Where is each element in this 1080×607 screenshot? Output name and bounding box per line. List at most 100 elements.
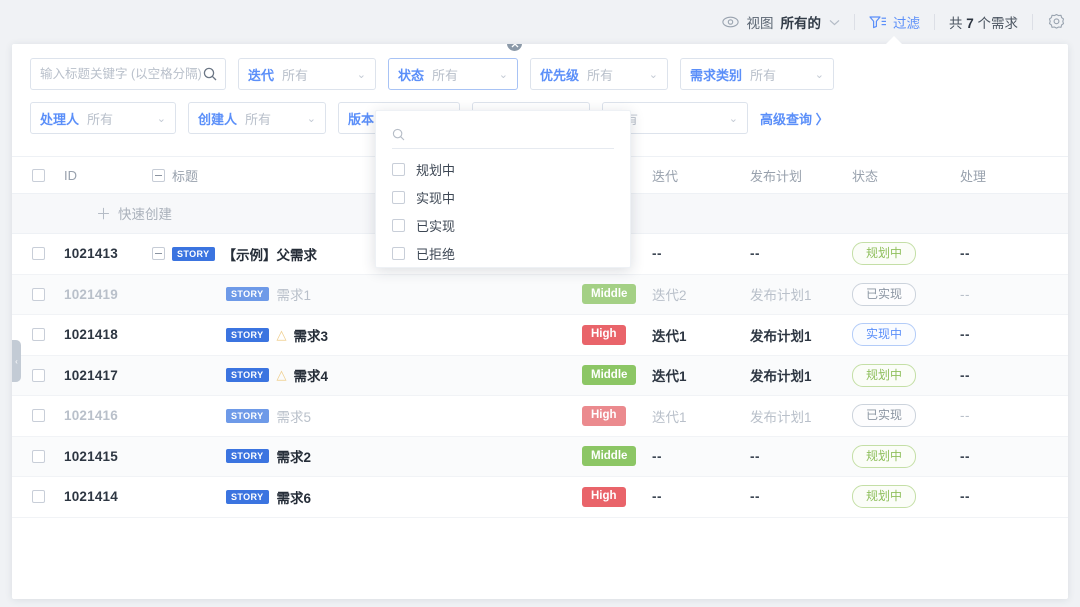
row-title[interactable]: 【示例】父需求 [223, 244, 318, 264]
dropdown-option[interactable]: 已实现 [376, 211, 630, 239]
filter-status[interactable]: 状态 所有 ⌄ [388, 58, 518, 90]
dropdown-option[interactable]: 实现中 [376, 183, 630, 211]
row-checkbox[interactable] [12, 409, 64, 423]
header-release[interactable]: 发布计划 [750, 166, 852, 185]
row-release: -- [750, 489, 760, 505]
checkbox-icon[interactable] [392, 190, 405, 204]
chevron-down-icon[interactable] [829, 19, 840, 26]
row-release: 发布计划1 [750, 409, 812, 425]
row-title[interactable]: 需求5 [277, 406, 312, 426]
row-title-cell[interactable]: STORY △ 需求3 [152, 325, 582, 345]
checkbox-icon[interactable] [31, 368, 45, 382]
row-id[interactable]: 1021414 [64, 489, 118, 504]
priority-badge: High [582, 486, 626, 507]
priority-badge: Middle [582, 365, 637, 386]
view-selector[interactable]: 视图 所有的 [708, 0, 854, 44]
row-assignee: -- [960, 408, 970, 424]
filter-requirement-type[interactable]: 需求类别 所有 ⌄ [680, 58, 834, 90]
filter-creator-label: 创建人 [198, 111, 238, 127]
filter-label: 过滤 [892, 16, 920, 31]
select-all-checkbox[interactable] [12, 168, 64, 182]
row-title[interactable]: 需求3 [294, 325, 329, 345]
row-type-tag: STORY [226, 368, 269, 383]
checkbox-icon[interactable] [31, 449, 45, 463]
row-iteration: 迭代1 [652, 328, 687, 344]
row-id[interactable]: 1021418 [64, 327, 118, 342]
row-collapse-icon[interactable] [152, 247, 165, 261]
table-row[interactable]: 1021416 STORY 需求5 High 迭代1 发布计划1 已实现 -- [12, 396, 1068, 437]
chevron-down-icon[interactable]: ⌄ [307, 112, 316, 125]
header-iteration[interactable]: 迭代 [652, 166, 750, 185]
table-row[interactable]: 1021418 STORY △ 需求3 High 迭代1 发布计划1 实现中 -- [12, 315, 1068, 356]
row-title-cell[interactable]: STORY 需求2 [152, 446, 582, 466]
filter-priority[interactable]: 优先级 所有 ⌄ [530, 58, 668, 90]
row-iteration: -- [652, 448, 662, 464]
priority-badge: Middle [582, 284, 637, 305]
chevron-down-icon[interactable]: ⌄ [157, 112, 166, 125]
row-iteration: 迭代1 [652, 409, 687, 425]
row-checkbox[interactable] [12, 449, 64, 463]
row-title-cell[interactable]: STORY 需求1 [152, 284, 582, 304]
row-title[interactable]: 需求1 [277, 284, 312, 304]
keyword-search-field[interactable] [30, 58, 226, 90]
filter-iteration-value: 所有 [282, 67, 309, 83]
row-checkbox[interactable] [12, 247, 64, 261]
status-badge: 已实现 [852, 282, 917, 306]
checkbox-icon[interactable] [31, 328, 45, 342]
table-row[interactable]: 1021419 STORY 需求1 Middle 迭代2 发布计划1 已实现 -- [12, 274, 1068, 315]
chevron-down-icon[interactable]: ⌄ [815, 68, 824, 81]
collapse-sidebar-handle[interactable]: ‹ [12, 340, 21, 382]
chevron-down-icon[interactable]: ⌄ [649, 68, 658, 81]
checkbox-icon[interactable] [392, 162, 405, 176]
filter-creator[interactable]: 创建人 所有 ⌄ [188, 102, 326, 134]
table-row[interactable]: 1021414 STORY 需求6 High -- -- 规划中 -- [12, 477, 1068, 518]
row-checkbox[interactable] [12, 287, 64, 301]
checkbox-icon[interactable] [392, 246, 405, 260]
row-id[interactable]: 1021413 [64, 246, 118, 261]
dropdown-search-input[interactable] [413, 127, 614, 142]
header-status[interactable]: 状态 [852, 166, 960, 185]
row-assignee: -- [960, 448, 970, 464]
dropdown-search-field[interactable] [392, 121, 614, 149]
settings-button[interactable] [1033, 0, 1066, 44]
dropdown-option[interactable]: 规划中 [376, 155, 630, 183]
checkbox-icon[interactable] [392, 218, 405, 232]
chevron-down-icon[interactable]: ⌄ [357, 68, 366, 81]
table-row[interactable]: 1021415 STORY 需求2 Middle -- -- 规划中 -- [12, 436, 1068, 477]
row-title[interactable]: 需求6 [277, 487, 312, 507]
row-assignee: -- [960, 367, 970, 383]
row-title[interactable]: 需求2 [277, 446, 312, 466]
row-assignee: -- [960, 489, 970, 505]
checkbox-icon[interactable] [31, 247, 45, 261]
row-id[interactable]: 1021416 [64, 408, 118, 423]
filter-iteration[interactable]: 迭代 所有 ⌄ [238, 58, 376, 90]
search-icon[interactable] [203, 67, 217, 81]
row-id[interactable]: 1021419 [64, 287, 118, 302]
checkbox-icon[interactable] [31, 490, 45, 504]
chevron-down-icon[interactable]: ⌄ [499, 68, 508, 81]
row-id[interactable]: 1021417 [64, 368, 118, 383]
header-id[interactable]: ID [64, 168, 152, 183]
row-checkbox[interactable] [12, 490, 64, 504]
row-title-cell[interactable]: STORY △ 需求4 [152, 365, 582, 385]
header-assignee[interactable]: 处理 [960, 166, 1020, 185]
collapse-all-icon[interactable] [152, 168, 165, 182]
dropdown-option[interactable]: 已拒绝 [376, 239, 630, 267]
checkbox-icon[interactable] [31, 409, 45, 423]
row-checkbox[interactable] [12, 328, 64, 342]
gear-icon [1047, 13, 1066, 32]
checkbox-icon[interactable] [31, 168, 45, 182]
row-id[interactable]: 1021415 [64, 449, 118, 464]
quick-create-label: 快速创建 [118, 207, 173, 222]
search-input[interactable] [40, 67, 203, 81]
chevron-down-icon[interactable]: ⌄ [729, 112, 738, 125]
row-title-cell[interactable]: STORY 需求5 [152, 406, 582, 426]
advanced-query-link[interactable]: 高级查询 〉 [760, 109, 829, 128]
checkbox-icon[interactable] [31, 287, 45, 301]
clear-status-filter-button[interactable] [506, 44, 523, 52]
filter-requirement-type-label: 需求类别 [690, 67, 743, 83]
row-title-cell[interactable]: STORY 需求6 [152, 487, 582, 507]
row-title[interactable]: 需求4 [294, 365, 329, 385]
table-row[interactable]: 1021417 STORY △ 需求4 Middle 迭代1 发布计划1 规划中 -- [12, 355, 1068, 396]
filter-assignee[interactable]: 处理人 所有 ⌄ [30, 102, 176, 134]
